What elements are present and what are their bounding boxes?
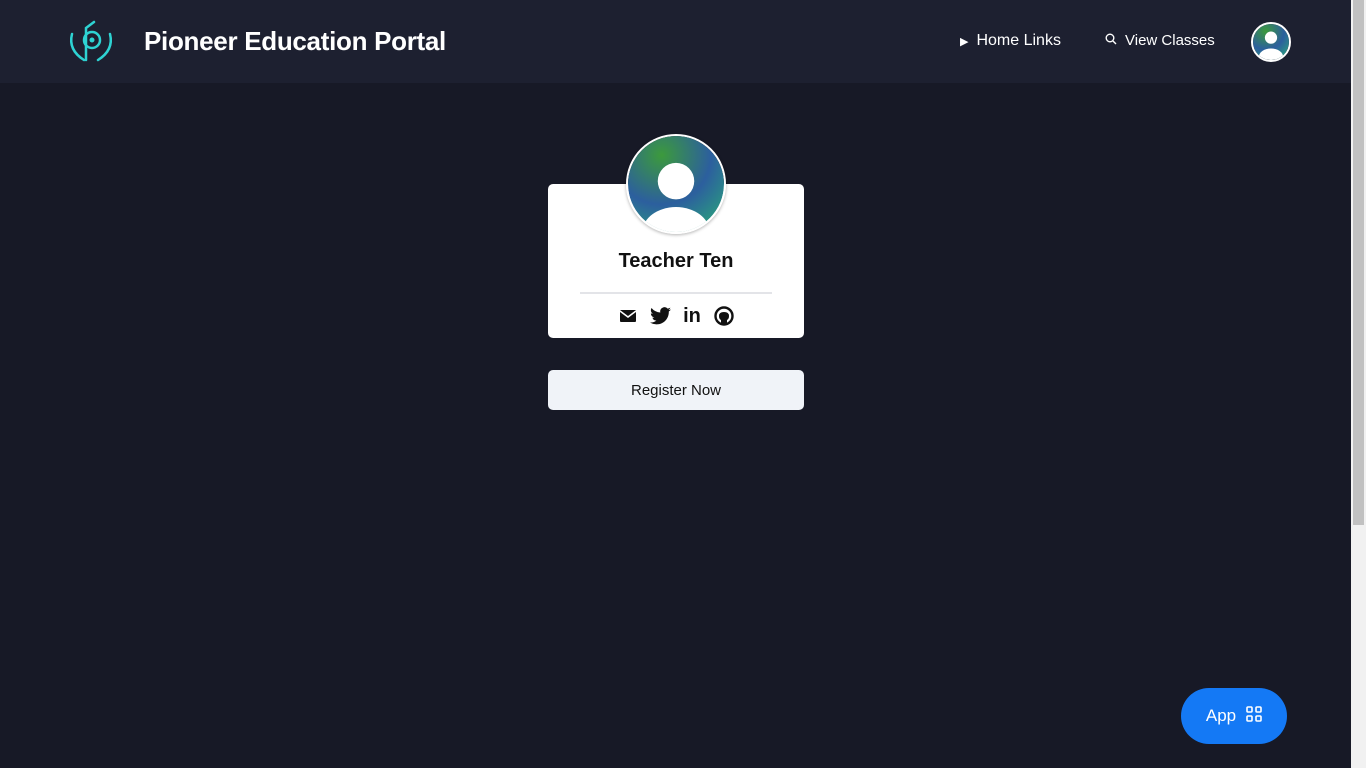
nav-label: View Classes <box>1125 32 1215 49</box>
app-label: App <box>1205 706 1237 725</box>
play-icon: ▶ <box>960 35 969 48</box>
search-icon <box>1105 32 1117 49</box>
nav-label: Home Links <box>976 32 1061 49</box>
site-title[interactable]: Pioneer Education Portal <box>144 26 446 57</box>
scrollbar[interactable] <box>1351 0 1366 768</box>
grid-icon <box>1246 705 1262 727</box>
profile-name: Teacher Ten <box>618 250 734 272</box>
logo-icon[interactable] <box>64 20 116 64</box>
register-now-button[interactable]: Register Now <box>548 370 804 410</box>
nav-view-classes[interactable]: View Classes <box>1105 32 1215 49</box>
profile-avatar <box>626 134 726 234</box>
email-icon[interactable] <box>617 305 639 327</box>
divider <box>580 292 772 294</box>
scrollbar-thumb[interactable] <box>1353 0 1364 525</box>
linkedin-icon[interactable]: in <box>681 305 703 327</box>
top-navbar: Pioneer Education Portal ▶ Home Links Vi… <box>0 0 1351 83</box>
user-avatar-button[interactable] <box>1251 22 1291 62</box>
twitter-icon[interactable] <box>649 305 671 327</box>
github-icon[interactable] <box>713 305 735 327</box>
app-button[interactable]: App <box>1181 688 1287 744</box>
nav-home-links[interactable]: ▶ Home Links <box>960 32 1061 50</box>
social-links: in <box>548 305 804 327</box>
